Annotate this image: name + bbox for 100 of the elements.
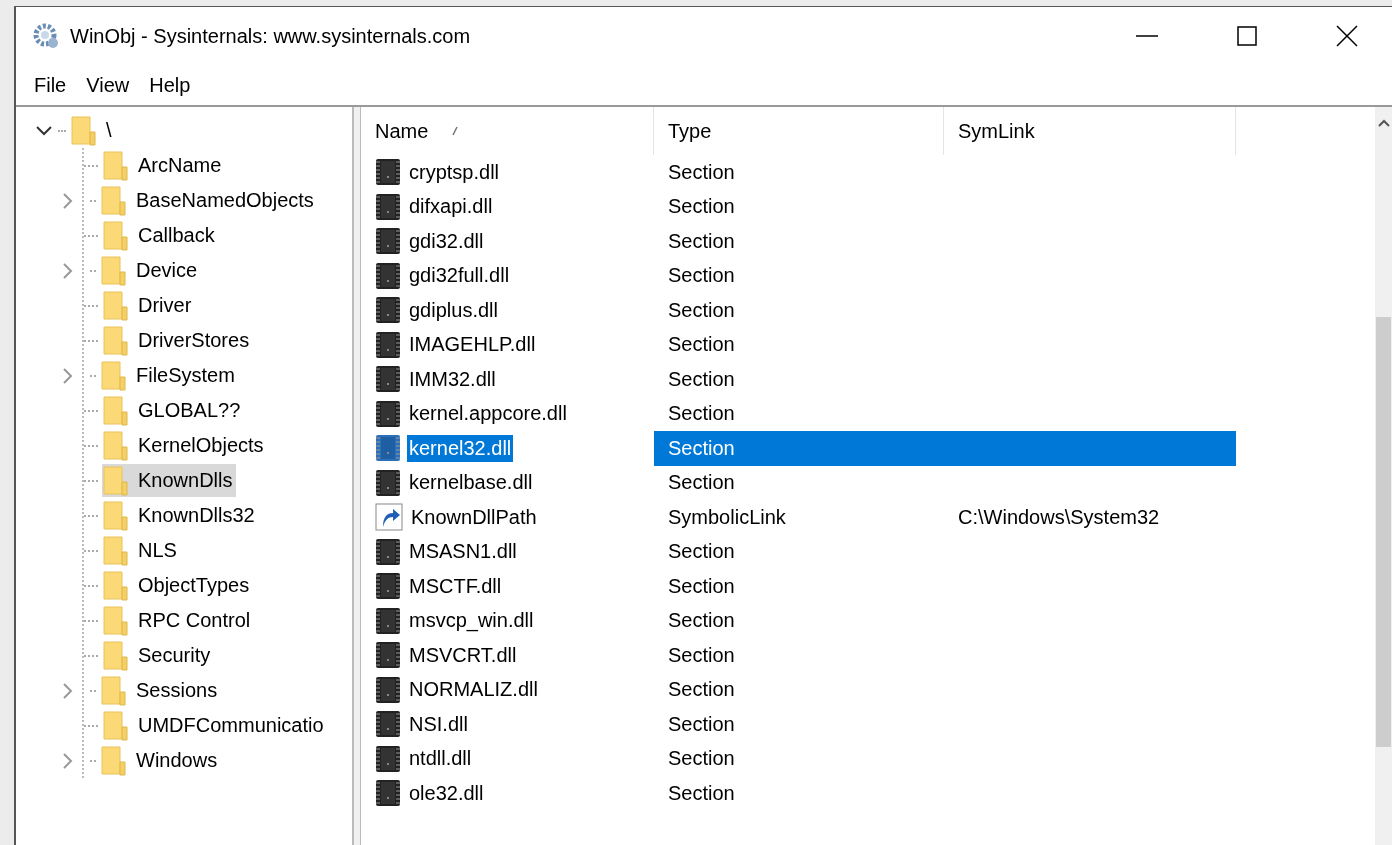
tree-item[interactable]: Sessions <box>136 679 218 702</box>
chevron-down-icon[interactable] <box>36 125 52 136</box>
table-cell: Section <box>668 678 735 702</box>
tree-item[interactable]: Windows <box>136 749 218 772</box>
menu-item[interactable]: View <box>78 73 138 97</box>
chevron-right-icon[interactable] <box>63 752 73 769</box>
table-cell: Section <box>668 747 735 771</box>
folder-icon <box>102 395 130 426</box>
chip-icon <box>375 468 401 497</box>
folder-icon <box>100 675 128 706</box>
folder-icon <box>102 535 130 566</box>
folder-icon <box>102 150 130 181</box>
chevron-right-icon[interactable] <box>63 192 73 209</box>
chevron-right-icon[interactable] <box>63 262 73 279</box>
chevron-right-icon[interactable] <box>63 367 73 384</box>
chip-icon <box>375 572 401 601</box>
column-header[interactable]: Type <box>654 107 944 155</box>
tree-item[interactable]: BaseNamedObjects <box>136 189 314 212</box>
column-header[interactable]: Name <box>361 107 654 155</box>
scrollbar[interactable] <box>1375 107 1392 845</box>
tree-item[interactable]: ObjectTypes <box>138 574 250 597</box>
table-cell[interactable]: MSVCRT.dll <box>407 641 519 669</box>
table-cell[interactable]: ntdll.dll <box>407 745 474 773</box>
maximize-icon <box>1237 26 1257 46</box>
chip-icon <box>375 192 401 221</box>
tree-item[interactable]: KnownDlls32 <box>138 504 255 527</box>
folder-icon <box>100 360 128 391</box>
chip-icon <box>375 365 401 394</box>
table-cell: Section <box>668 609 735 633</box>
folder-icon <box>102 220 130 251</box>
table-cell: Section <box>668 781 735 805</box>
tree-item[interactable]: UMDFCommunicatio <box>138 714 324 737</box>
table-cell[interactable]: MSASN1.dll <box>407 538 519 566</box>
table-cell: Section <box>668 195 735 219</box>
menu-item[interactable]: File <box>26 73 75 97</box>
table-cell: Section <box>668 540 735 564</box>
table-cell[interactable]: kernelbase.dll <box>407 469 535 497</box>
table-cell: Section <box>668 367 735 391</box>
folder-icon <box>102 290 130 321</box>
chip-icon <box>375 606 401 635</box>
chip-icon <box>375 296 401 325</box>
folder-icon <box>102 325 130 356</box>
tree-item[interactable]: KernelObjects <box>138 434 264 457</box>
folder-icon <box>102 570 130 601</box>
chip-icon <box>375 641 401 670</box>
tree-item[interactable]: DriverStores <box>138 329 250 352</box>
table-cell: Section <box>668 471 735 495</box>
table-cell[interactable]: difxapi.dll <box>407 193 495 221</box>
minimize-icon <box>1136 34 1158 38</box>
tree-item[interactable]: RPC Control <box>138 609 251 632</box>
table-cell[interactable]: KnownDllPath <box>409 503 539 531</box>
tree-item[interactable]: GLOBAL?? <box>138 399 241 422</box>
folder-icon <box>102 710 130 741</box>
scrollbar-thumb[interactable] <box>1376 317 1391 747</box>
tree-item[interactable]: Callback <box>138 224 215 247</box>
table-cell: Section <box>668 436 735 460</box>
table-cell[interactable]: ole32.dll <box>407 779 486 807</box>
tree-item[interactable]: ArcName <box>138 154 222 177</box>
folder-icon <box>102 430 130 461</box>
table-cell: C:\Windows\System32 <box>958 505 1160 529</box>
tree-item[interactable]: FileSystem <box>136 364 235 387</box>
column-header[interactable]: SymLink <box>944 107 1236 155</box>
tree-item[interactable]: Security <box>138 644 211 667</box>
chip-icon <box>375 744 401 773</box>
menu-item[interactable]: Help <box>141 73 199 97</box>
table-cell[interactable]: IMAGEHLP.dll <box>407 331 538 359</box>
tree-item[interactable]: Device <box>136 259 198 282</box>
tree-item[interactable]: NLS <box>138 539 177 562</box>
table-cell[interactable]: NSI.dll <box>407 710 470 738</box>
table-cell: Section <box>668 402 735 426</box>
table-cell: Section <box>668 264 735 288</box>
chip-icon <box>375 434 401 463</box>
table-cell[interactable]: gdi32.dll <box>407 227 486 255</box>
folder-icon <box>102 605 130 636</box>
table-cell[interactable]: NORMALIZ.dll <box>407 676 540 704</box>
table-cell[interactable]: IMM32.dll <box>407 365 498 393</box>
table-cell[interactable]: msvcp_win.dll <box>407 607 536 635</box>
table-cell[interactable]: cryptsp.dll <box>407 158 502 186</box>
table-cell[interactable]: gdi32full.dll <box>407 262 512 290</box>
tree-item[interactable]: Driver <box>138 294 192 317</box>
table-cell[interactable]: kernel32.dll <box>407 434 514 462</box>
tree-item[interactable]: \ <box>106 119 112 142</box>
splitter[interactable] <box>354 107 361 845</box>
scroll-up-icon[interactable] <box>1377 119 1390 127</box>
chip-icon <box>375 330 401 359</box>
table-cell: Section <box>668 643 735 667</box>
table-cell[interactable]: kernel.appcore.dll <box>407 400 569 428</box>
table-cell: Section <box>668 333 735 357</box>
chip-icon <box>375 537 401 566</box>
chip-icon <box>375 261 401 290</box>
chevron-right-icon[interactable] <box>63 682 73 699</box>
folder-icon <box>100 255 128 286</box>
folder-icon <box>70 115 98 146</box>
table-cell[interactable]: gdiplus.dll <box>407 296 500 324</box>
table-cell: Section <box>668 160 735 184</box>
table-cell[interactable]: MSCTF.dll <box>407 572 504 600</box>
chip-icon <box>375 227 401 256</box>
gear-icon <box>32 22 60 50</box>
chip-icon <box>375 158 401 187</box>
close-icon <box>1336 25 1358 47</box>
